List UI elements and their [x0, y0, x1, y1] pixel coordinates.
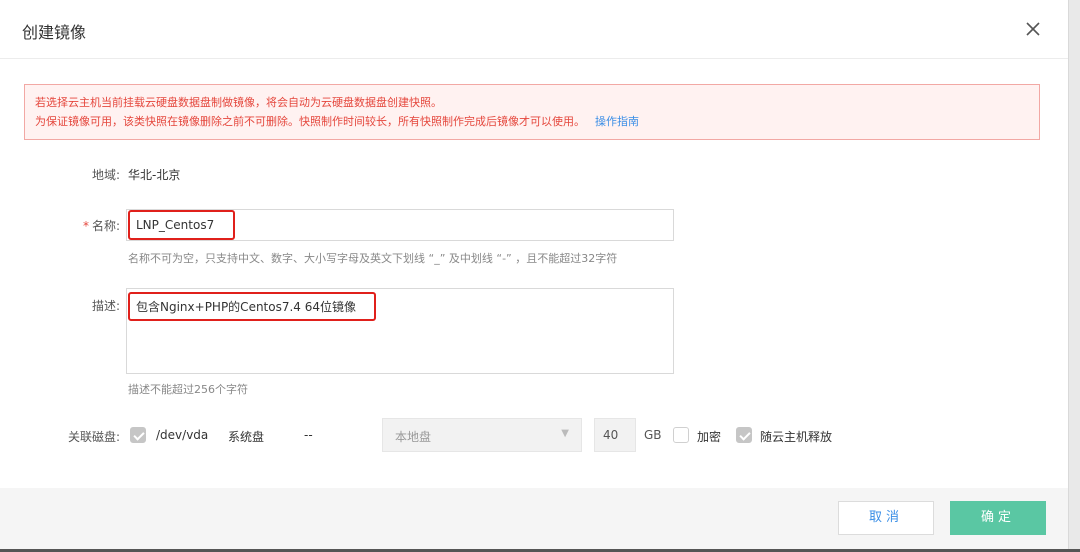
alert-line-1: 若选择云主机当前挂载云硬盘数据盘制做镜像，将会自动为云硬盘数据盘创建快照。	[35, 96, 442, 109]
disk-type: 系统盘	[228, 430, 265, 444]
alert-line-2: 为保证镜像可用，该类快照在镜像删除之前不可删除。快照制作时间较长，所有快照制作完…	[35, 112, 1029, 131]
encrypt-checkbox[interactable]	[673, 427, 689, 443]
guide-link[interactable]: 操作指南	[595, 115, 639, 128]
warning-alert: 若选择云主机当前挂载云硬盘数据盘制做镜像，将会自动为云硬盘数据盘创建快照。 为保…	[24, 84, 1040, 140]
dialog-header: 创建镜像	[0, 0, 1068, 59]
close-icon[interactable]	[1020, 16, 1046, 42]
required-mark: *	[82, 219, 89, 233]
cancel-button[interactable]: 取消	[838, 501, 934, 535]
disk-device: /dev/vda	[156, 428, 209, 442]
disk-label: 关联磁盘:	[67, 430, 120, 444]
create-image-dialog: 创建镜像 若选择云主机当前挂载云硬盘数据盘制做镜像，将会自动为云硬盘数据盘创建快…	[0, 0, 1069, 550]
name-label: * 名称:	[10, 217, 120, 234]
description-hint: 描述不能超过256个字符	[128, 383, 248, 396]
alert-line-2-text: 为保证镜像可用，该类快照在镜像删除之前不可删除。快照制作时间较长，所有快照制作完…	[35, 115, 585, 128]
name-label-text: 名称:	[91, 219, 120, 233]
confirm-button[interactable]: 确定	[950, 501, 1046, 535]
disk-dash: --	[304, 428, 313, 442]
name-hint: 名称不可为空，只支持中文、数字、大小写字母及英文下划线 “_” 及中划线 “-”…	[128, 252, 618, 265]
disk-size-field[interactable]: 40	[594, 418, 636, 452]
release-with-host-checkbox[interactable]	[736, 427, 752, 443]
encrypt-label: 加密	[697, 430, 722, 444]
region-label: 地域:	[91, 168, 120, 182]
name-highlight-box	[128, 210, 235, 240]
description-label: 描述:	[91, 299, 120, 313]
disk-size-value: 40	[603, 428, 619, 442]
disk-checkbox[interactable]	[130, 427, 146, 443]
storage-type-value: 本地盘	[395, 430, 432, 444]
release-with-host-label: 随云主机释放	[760, 430, 833, 444]
storage-type-select[interactable]: 本地盘 ▼	[382, 418, 582, 452]
region-value: 华北-北京	[128, 168, 181, 182]
description-highlight-box	[128, 292, 376, 321]
dialog-title: 创建镜像	[22, 23, 87, 42]
disk-size-unit: GB	[644, 428, 662, 442]
chevron-down-icon: ▼	[561, 428, 569, 439]
